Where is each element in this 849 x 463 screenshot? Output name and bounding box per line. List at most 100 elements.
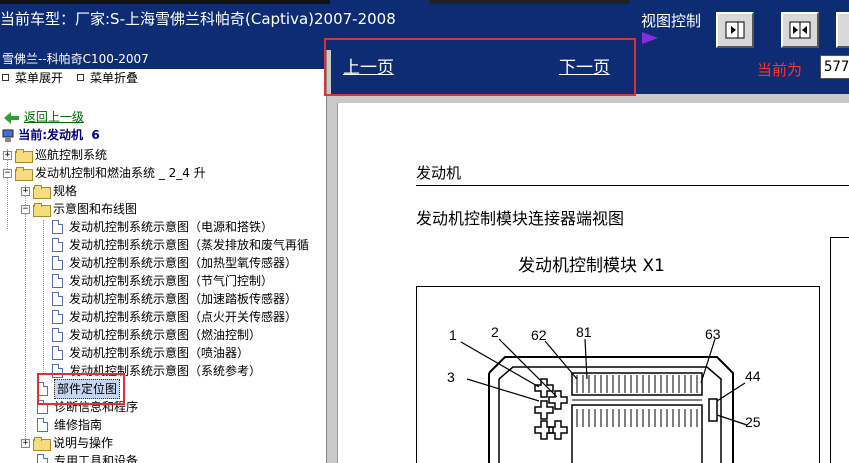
- panel-toggle-icon: [725, 21, 745, 39]
- tree-item-label: 发动机控制系统示意图（点火开关传感器）: [69, 310, 298, 324]
- pin-label: 25: [745, 414, 761, 430]
- panel-toggle-button[interactable]: [716, 12, 754, 48]
- folder-icon: [15, 149, 33, 163]
- diagram-title: 发动机控制模块 X1: [518, 256, 665, 276]
- tree-item-label: 诊断信息和程序: [54, 400, 139, 414]
- top-bar: 当前车型：厂家:S-上海雪佛兰科帕奇(Captiva)2007-2008 视图控…: [0, 0, 849, 50]
- document-icon: [37, 418, 48, 432]
- collapse-both-button[interactable]: [781, 12, 819, 48]
- tree-item-doc[interactable]: 发动机控制系统示意图（喷油器）: [52, 344, 249, 362]
- tree-item-doc[interactable]: 发动机控制系统示意图（点火开关传感器）: [52, 308, 297, 326]
- left-navigation-panel: 雪佛兰--科帕奇C100-2007 菜单展开 菜单折叠 返回上一级 当前:发动机 …: [0, 50, 327, 463]
- document-icon: [52, 238, 63, 252]
- pin-label: 2: [491, 324, 499, 340]
- app-window: 当前车型：厂家:S-上海雪佛兰科帕奇(Captiva)2007-2008 视图控…: [0, 0, 849, 463]
- computer-icon: [2, 129, 14, 142]
- model-header: 雪佛兰--科帕奇C100-2007: [0, 50, 326, 69]
- pin-label: 62: [531, 327, 547, 343]
- expand-icon[interactable]: +: [21, 438, 30, 448]
- pin-label: 63: [705, 326, 721, 342]
- tree-item-specs[interactable]: + 规格: [21, 182, 77, 200]
- next-page-link[interactable]: 下一页: [559, 53, 610, 78]
- current-page-label: 当前为: [757, 61, 803, 79]
- tree-item-label: 发动机控制系统示意图（系统参考）: [69, 364, 262, 378]
- adjacent-figure-frame: [830, 237, 849, 463]
- tree-item-cruise[interactable]: + 巡航控制系统: [3, 146, 107, 164]
- square-icon: [77, 74, 85, 81]
- section-title: 发动机: [416, 162, 849, 186]
- back-link-label: 返回上一级: [23, 110, 84, 124]
- tree-item-doc[interactable]: 发动机控制系统示意图（系统参考）: [52, 362, 261, 380]
- tree-line: [43, 220, 44, 374]
- document-icon: [37, 382, 48, 396]
- tree-item-description[interactable]: + 说明与操作: [21, 434, 113, 452]
- tree-item-doc[interactable]: 发动机控制系统示意图（电源和搭铁）: [52, 218, 273, 236]
- tree-item-special-tools[interactable]: 专用工具和设备: [37, 452, 138, 463]
- back-arrow-icon: [4, 111, 19, 124]
- collapse-icon[interactable]: −: [3, 168, 12, 178]
- tree-item-label: 专用工具和设备: [54, 454, 139, 463]
- document-icon: [52, 274, 63, 288]
- document-icon: [52, 220, 63, 234]
- tree-item-label: 发动机控制系统示意图（加热型氧传感器）: [69, 256, 298, 270]
- tree-item-doc[interactable]: 发动机控制系统示意图（加速踏板传感器）: [52, 290, 297, 308]
- pin-label: 1: [449, 327, 457, 343]
- connector-diagram: 1 2 62 81 63 3 44 25: [416, 286, 820, 463]
- tree-item-label: 发动机控制系统示意图（加速踏板传感器）: [69, 292, 298, 306]
- tree-item-doc[interactable]: 发动机控制系统示意图（节气门控制）: [52, 272, 273, 290]
- view-control-label: 视图控制: [641, 12, 702, 30]
- document-view: 发动机 发动机控制模块连接器端视图 发动机控制模块 X1 1 2 62 81 6…: [337, 103, 849, 463]
- current-vehicle-title: 当前车型：厂家:S-上海雪佛兰科帕奇(Captiva)2007-2008: [0, 10, 396, 28]
- page-number-input[interactable]: [820, 55, 849, 79]
- current-location: 当前:发动机 6: [2, 126, 100, 143]
- tree-item-label: 发动机控制系统示意图（蒸发排放和废气再循: [69, 238, 310, 252]
- title-strip-2: [430, 0, 630, 4]
- expand-icon[interactable]: +: [3, 150, 12, 160]
- tree-item-component-locator[interactable]: 部件定位图: [37, 379, 121, 399]
- back-link[interactable]: 返回上一级: [4, 108, 84, 125]
- tree-item-label: 发动机控制系统示意图（节气门控制）: [69, 274, 274, 288]
- title-strip: [0, 0, 330, 4]
- menu-collapse-label: 菜单折叠: [90, 71, 139, 85]
- tree-item-label: 规格: [53, 184, 78, 198]
- current-location-label: 当前:发动机: [18, 128, 83, 142]
- tree-item-engine-control[interactable]: − 发动机控制和燃油系统 _ 2_4 升: [3, 164, 206, 182]
- previous-page-link[interactable]: 上一页: [343, 53, 394, 78]
- menu-controls: 菜单展开 菜单折叠: [0, 69, 326, 87]
- tree-item-doc[interactable]: 发动机控制系统示意图（加热型氧传感器）: [52, 254, 297, 272]
- tree-item-label: 发动机控制系统示意图（喷油器）: [69, 346, 250, 360]
- expand-icon[interactable]: +: [21, 186, 30, 196]
- purple-arrow-icon: [642, 32, 658, 44]
- document-icon: [52, 310, 63, 324]
- tree-item-diagnostics[interactable]: 诊断信息和程序: [37, 398, 138, 416]
- expand-button[interactable]: [836, 12, 849, 48]
- current-location-count: 6: [91, 128, 100, 142]
- tree-item-label: 发动机控制系统示意图（燃油控制）: [69, 328, 262, 342]
- tree-item-label: 说明与操作: [53, 436, 114, 450]
- tree-item-schematics[interactable]: − 示意图和布线图: [21, 200, 137, 218]
- document-icon: [52, 256, 63, 270]
- folder-open-icon: [33, 203, 51, 217]
- tree-item-label-selected: 部件定位图: [54, 379, 121, 399]
- document-icon: [37, 454, 48, 463]
- collapse-icon[interactable]: −: [21, 204, 30, 214]
- document-icon: [52, 292, 63, 306]
- collapse-both-icon: [789, 21, 811, 39]
- page-navigation-bar: 上一页 下一页 当前为: [331, 50, 849, 94]
- tree-item-doc[interactable]: 发动机控制系统示意图（蒸发排放和废气再循: [52, 236, 309, 254]
- document-icon: [37, 400, 48, 414]
- pin-label: 3: [447, 369, 455, 385]
- tree-item-label: 巡航控制系统: [35, 148, 108, 162]
- menu-expand-button[interactable]: 菜单展开: [2, 71, 63, 85]
- document-icon: [52, 364, 63, 378]
- folder-icon: [33, 437, 51, 451]
- pin-label: 81: [576, 324, 592, 340]
- pin-label: 44: [745, 368, 761, 384]
- document-icon: [52, 328, 63, 342]
- menu-collapse-button[interactable]: 菜单折叠: [77, 71, 138, 85]
- folder-icon: [33, 185, 51, 199]
- document-icon: [52, 346, 63, 360]
- tree-item-repair-guide[interactable]: 维修指南: [37, 416, 102, 434]
- tree-item-doc[interactable]: 发动机控制系统示意图（燃油控制）: [52, 326, 261, 344]
- tree-item-label: 维修指南: [54, 418, 103, 432]
